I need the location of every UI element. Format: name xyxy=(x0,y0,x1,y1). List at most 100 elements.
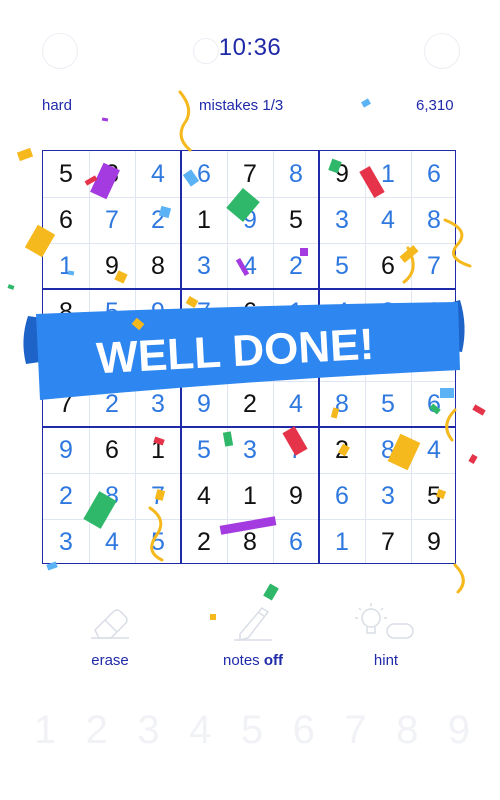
cell-r1-c3[interactable]: 4 xyxy=(135,151,181,197)
cell-r2-c2[interactable]: 7 xyxy=(89,197,135,243)
streamer xyxy=(453,563,465,594)
cell-r7-c5[interactable]: 3 xyxy=(227,427,273,473)
cell-r9-c9[interactable]: 9 xyxy=(411,519,457,565)
confetti-piece xyxy=(101,117,109,122)
numpad-key-3[interactable]: 3 xyxy=(126,708,172,758)
cell-r2-c4[interactable]: 1 xyxy=(181,197,227,243)
cell-r3-c1[interactable]: 1 xyxy=(43,243,89,289)
cell-r2-c3[interactable]: 2 xyxy=(135,197,181,243)
cell-r2-c6[interactable]: 5 xyxy=(273,197,319,243)
pencil-icon xyxy=(234,607,272,641)
cell-r3-c5[interactable]: 4 xyxy=(227,243,273,289)
cell-r5-c1[interactable] xyxy=(43,335,89,381)
numpad-key-4[interactable]: 4 xyxy=(177,708,223,758)
cell-r2-c7[interactable]: 3 xyxy=(319,197,365,243)
cell-r1-c1[interactable]: 5 xyxy=(43,151,89,197)
confetti-piece xyxy=(210,614,216,620)
cell-r5-c6[interactable] xyxy=(273,335,319,381)
cell-r3-c7[interactable]: 5 xyxy=(319,243,365,289)
numpad-key-9[interactable]: 9 xyxy=(436,708,482,758)
cell-r4-c7[interactable]: 4 xyxy=(319,289,365,335)
notes-label: notes off xyxy=(193,652,313,669)
cell-r8-c6[interactable]: 9 xyxy=(273,473,319,519)
erase-button[interactable]: erase xyxy=(50,600,170,669)
cell-r8-c5[interactable]: 1 xyxy=(227,473,273,519)
numpad-key-2[interactable]: 2 xyxy=(74,708,120,758)
cell-r8-c8[interactable]: 3 xyxy=(365,473,411,519)
cell-r3-c4[interactable]: 3 xyxy=(181,243,227,289)
confetti-piece xyxy=(16,147,34,162)
cell-r5-c9[interactable]: 1 xyxy=(411,335,457,381)
confetti-piece xyxy=(7,284,15,290)
cell-r4-c6[interactable]: 1 xyxy=(273,289,319,335)
cell-r5-c7[interactable] xyxy=(319,335,365,381)
confetti-piece xyxy=(468,454,478,464)
cell-r9-c6[interactable]: 6 xyxy=(273,519,319,565)
cell-r7-c1[interactable]: 9 xyxy=(43,427,89,473)
cell-r6-c5[interactable]: 2 xyxy=(227,381,273,427)
cell-r4-c4[interactable]: 7 xyxy=(181,289,227,335)
cell-r6-c8[interactable]: 5 xyxy=(365,381,411,427)
confetti-piece xyxy=(472,404,486,416)
cell-r1-c7[interactable]: 9 xyxy=(319,151,365,197)
cell-r8-c1[interactable]: 2 xyxy=(43,473,89,519)
numpad-key-5[interactable]: 5 xyxy=(229,708,275,758)
cell-r1-c6[interactable]: 8 xyxy=(273,151,319,197)
box-line xyxy=(180,151,182,563)
confetti-piece xyxy=(440,388,454,398)
cell-r9-c3[interactable]: 5 xyxy=(135,519,181,565)
notes-state: off xyxy=(263,652,284,669)
box-line xyxy=(43,288,455,290)
cell-r7-c4[interactable]: 5 xyxy=(181,427,227,473)
cell-r7-c2[interactable]: 6 xyxy=(89,427,135,473)
cell-r5-c2[interactable] xyxy=(89,335,135,381)
cell-r9-c8[interactable]: 7 xyxy=(365,519,411,565)
numpad-key-8[interactable]: 8 xyxy=(384,708,430,758)
cell-r4-c8[interactable]: 2 xyxy=(365,289,411,335)
cell-r8-c9[interactable]: 5 xyxy=(411,473,457,519)
cell-r2-c9[interactable]: 8 xyxy=(411,197,457,243)
numpad-key-6[interactable]: 6 xyxy=(281,708,327,758)
cell-r4-c2[interactable]: 5 xyxy=(89,289,135,335)
cell-r8-c4[interactable]: 4 xyxy=(181,473,227,519)
cell-r7-c9[interactable]: 4 xyxy=(411,427,457,473)
cell-r4-c3[interactable]: 9 xyxy=(135,289,181,335)
cell-r3-c8[interactable]: 6 xyxy=(365,243,411,289)
cell-r6-c4[interactable]: 9 xyxy=(181,381,227,427)
hint-button[interactable]: hint xyxy=(326,600,446,669)
eraser-icon xyxy=(91,609,129,639)
cell-r8-c7[interactable]: 6 xyxy=(319,473,365,519)
box-line xyxy=(318,151,320,563)
cell-r5-c4[interactable] xyxy=(181,335,227,381)
cell-r6-c3[interactable]: 3 xyxy=(135,381,181,427)
cell-r3-c2[interactable]: 9 xyxy=(89,243,135,289)
cell-r4-c1[interactable]: 8 xyxy=(43,289,89,335)
cell-r1-c9[interactable]: 6 xyxy=(411,151,457,197)
cell-r5-c3[interactable] xyxy=(135,335,181,381)
cell-r4-c9[interactable]: 3 xyxy=(411,289,457,335)
confetti-piece xyxy=(67,270,75,276)
cell-r6-c2[interactable]: 2 xyxy=(89,381,135,427)
difficulty-label: hard xyxy=(42,97,73,114)
notes-button[interactable]: notes off xyxy=(193,600,313,669)
notes-prefix: notes xyxy=(222,652,264,669)
cell-r5-c8[interactable]: 9 xyxy=(365,335,411,381)
settings-button[interactable] xyxy=(424,33,460,69)
cell-r4-c5[interactable]: 6 xyxy=(227,289,273,335)
cell-r6-c1[interactable]: 7 xyxy=(43,381,89,427)
cell-r6-c7[interactable]: 8 xyxy=(319,381,365,427)
number-pad: 123456789 xyxy=(22,708,482,758)
erase-label: erase xyxy=(91,652,129,669)
cell-r2-c8[interactable]: 4 xyxy=(365,197,411,243)
cell-r9-c1[interactable]: 3 xyxy=(43,519,89,565)
cell-r3-c3[interactable]: 8 xyxy=(135,243,181,289)
cell-r6-c6[interactable]: 4 xyxy=(273,381,319,427)
cell-r7-c3[interactable]: 1 xyxy=(135,427,181,473)
cell-r1-c5[interactable]: 7 xyxy=(227,151,273,197)
numpad-key-7[interactable]: 7 xyxy=(333,708,379,758)
cell-r3-c6[interactable]: 2 xyxy=(273,243,319,289)
numpad-key-1[interactable]: 1 xyxy=(22,708,68,758)
cell-r9-c7[interactable]: 1 xyxy=(319,519,365,565)
confetti-piece xyxy=(361,98,371,108)
cell-r5-c5[interactable] xyxy=(227,335,273,381)
